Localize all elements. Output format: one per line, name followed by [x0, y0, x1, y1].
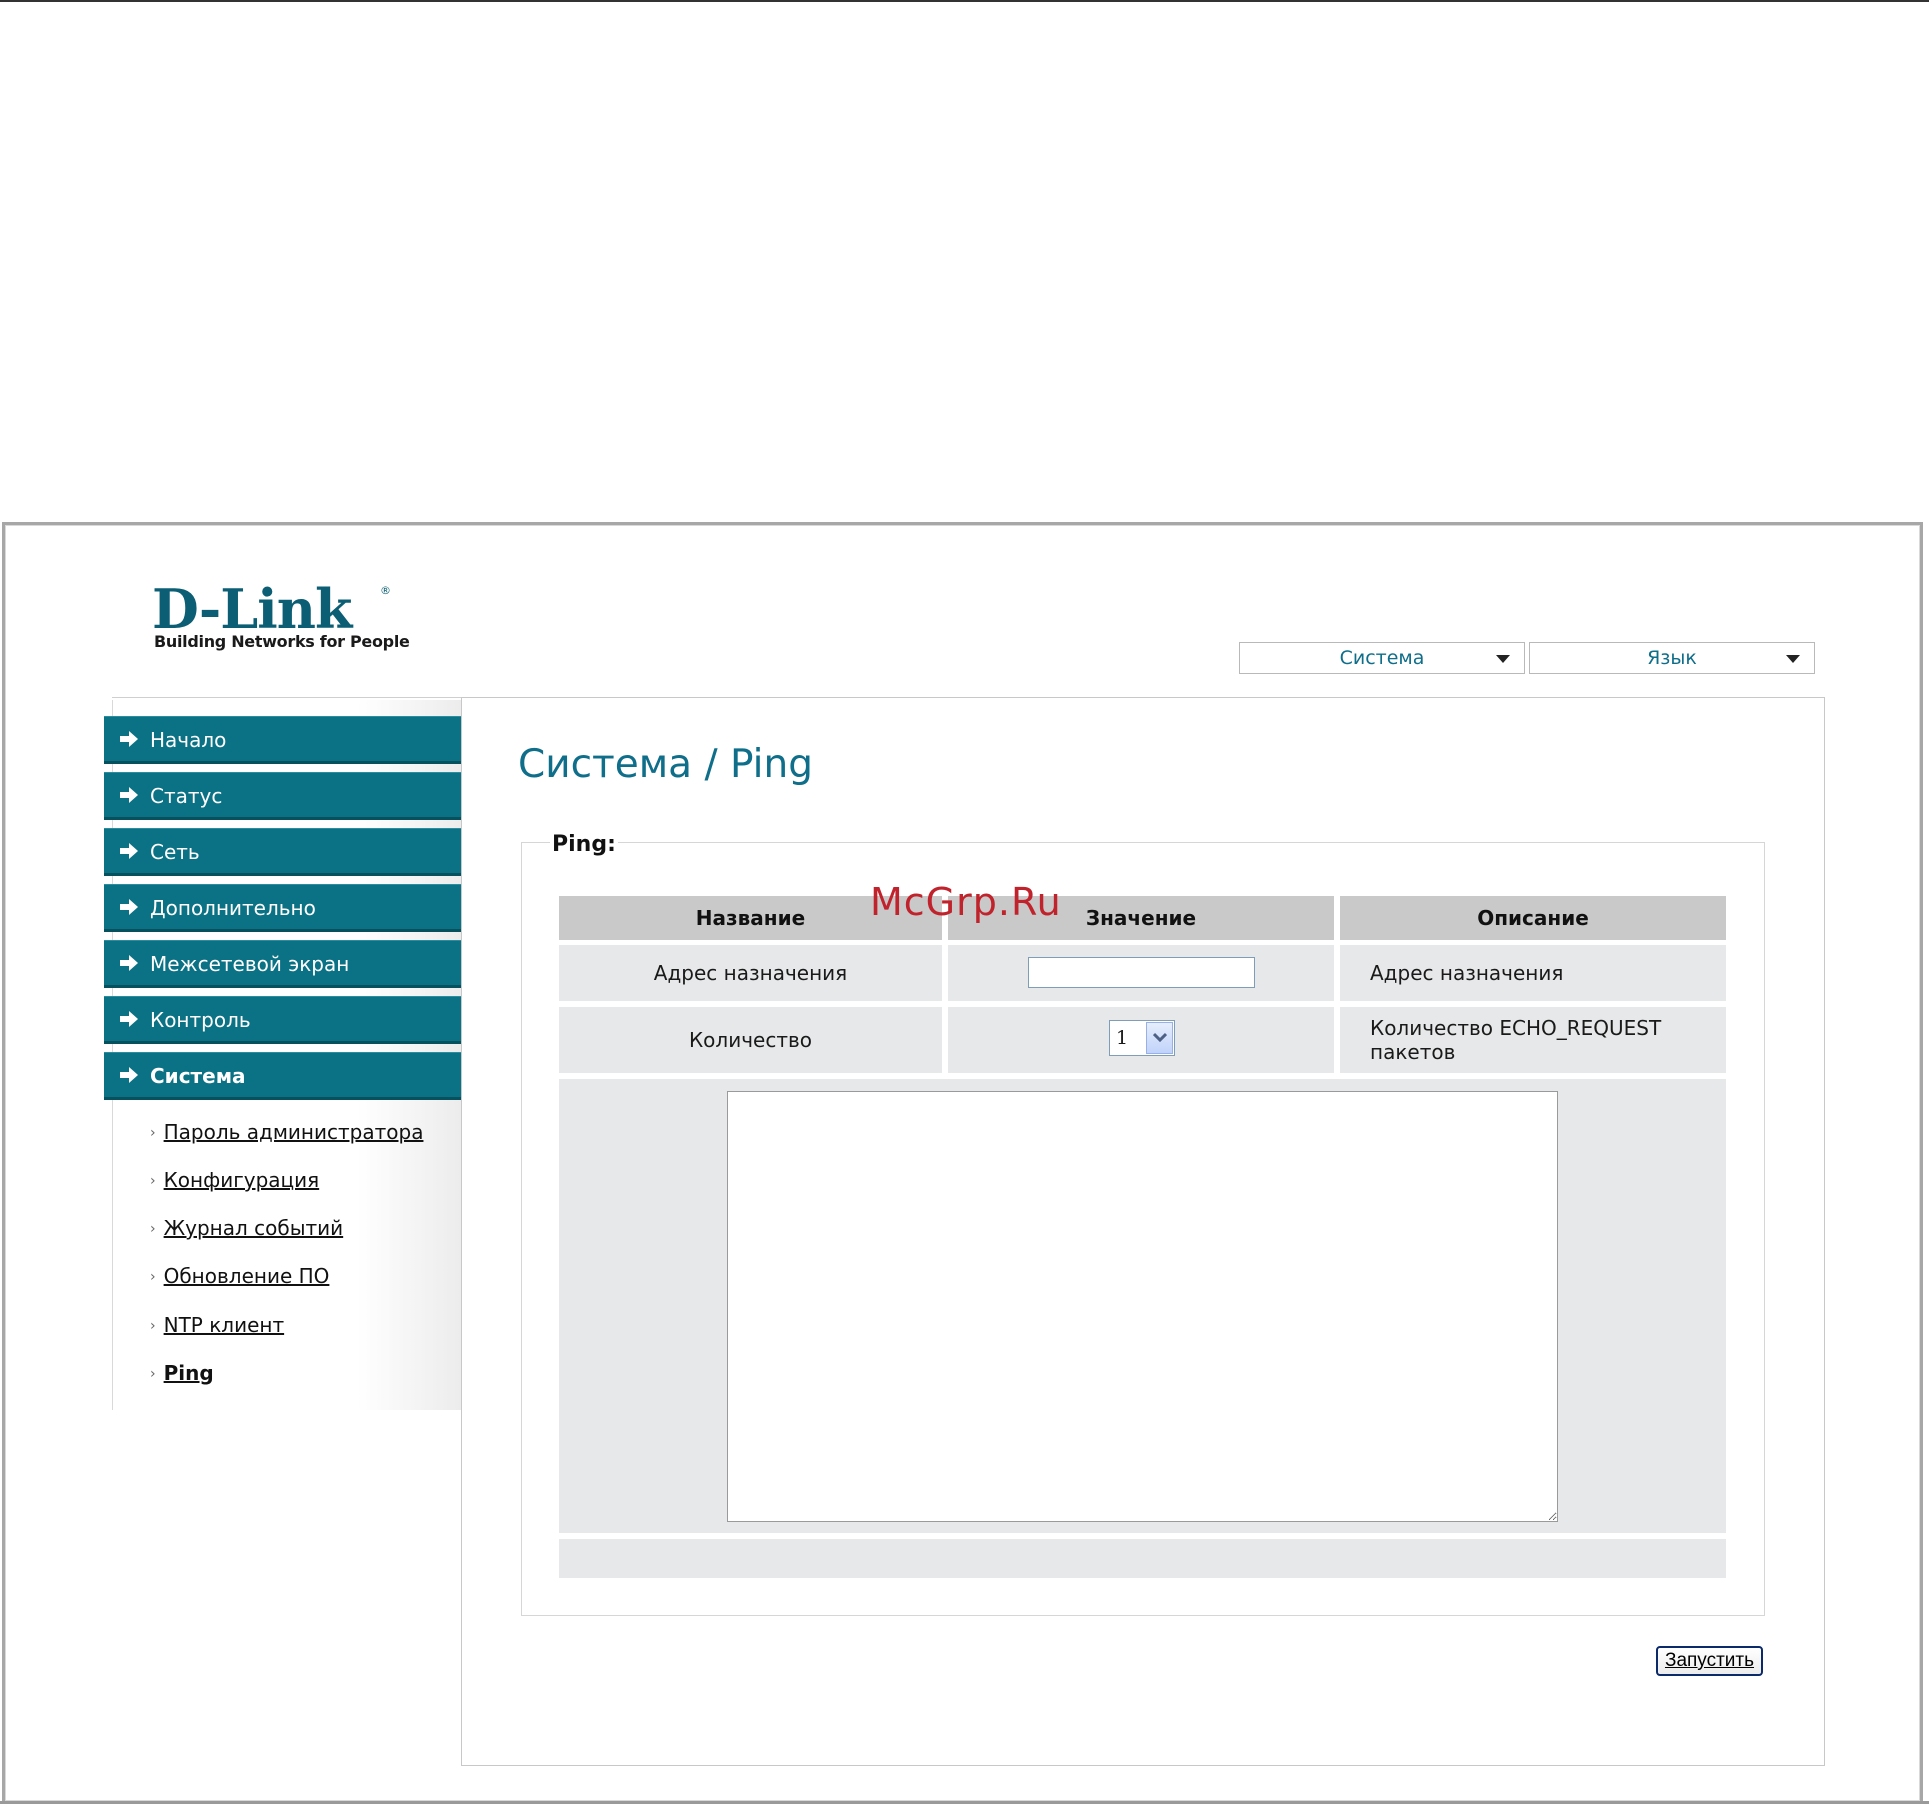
watermark-text: McGrp.Ru	[870, 880, 1062, 924]
destination-address-input[interactable]	[1028, 957, 1255, 988]
bullet-icon: ›	[150, 1366, 156, 1382]
bullet-icon: ›	[150, 1269, 156, 1285]
arrow-right-icon	[120, 843, 138, 859]
arrow-right-icon	[120, 1067, 138, 1083]
count-label: Количество	[688, 1028, 812, 1052]
chevron-down-icon	[1786, 655, 1800, 663]
nav-item-label: Статус	[150, 784, 223, 808]
subnav-item-label: Журнал событий	[163, 1216, 344, 1240]
logo-registered-mark: ®	[380, 584, 391, 597]
nav-item-network[interactable]: Сеть	[104, 828, 461, 876]
arrow-right-icon	[120, 899, 138, 915]
nav-item-label: Начало	[150, 728, 227, 752]
logo-wordmark: D-Link	[152, 577, 352, 641]
arrow-right-icon	[120, 787, 138, 803]
nav-item-label: Сеть	[150, 840, 200, 864]
destination-description: Адрес назначения	[1370, 961, 1564, 985]
language-menu-dropdown[interactable]: Язык	[1529, 642, 1815, 674]
nav-item-label: Межсетевой экран	[150, 952, 350, 976]
table-row-destination-name: Адрес назначения	[559, 945, 942, 1001]
nav-item-label: Дополнительно	[150, 896, 316, 920]
bullet-icon: ›	[150, 1173, 156, 1189]
subnav-item-label: Пароль администратора	[163, 1120, 424, 1144]
ping-output-textarea[interactable]	[727, 1091, 1558, 1522]
table-header-description: Описание	[1340, 896, 1726, 940]
subnav-item-ntp-client[interactable]: › NTP клиент	[150, 1313, 284, 1337]
bullet-icon: ›	[150, 1125, 156, 1141]
destination-label: Адрес назначения	[653, 961, 848, 985]
count-select-value: 1	[1116, 1027, 1129, 1049]
bullet-icon: ›	[150, 1318, 156, 1334]
system-menu-dropdown[interactable]: Система	[1239, 642, 1525, 674]
subnav-item-label: Обновление ПО	[163, 1264, 330, 1288]
arrow-right-icon	[120, 955, 138, 971]
system-menu-label: Система	[1339, 647, 1425, 669]
ping-fieldset-legend: Ping:	[550, 832, 618, 857]
arrow-right-icon	[120, 1011, 138, 1027]
subnav-item-ping[interactable]: › Ping	[150, 1361, 214, 1385]
nav-item-status[interactable]: Статус	[104, 772, 461, 820]
logo-tagline: Building Networks for People	[154, 632, 410, 651]
page-top-rule	[0, 0, 1929, 2]
run-button[interactable]: Запустить	[1656, 1646, 1763, 1676]
nav-item-label: Контроль	[150, 1008, 251, 1032]
table-footer-row	[559, 1539, 1726, 1578]
chevron-down-icon	[1153, 1032, 1167, 1043]
bullet-icon: ›	[150, 1221, 156, 1237]
count-select[interactable]: 1	[1109, 1020, 1175, 1056]
count-description: Количество ECHO_REQUEST пакетов	[1370, 1016, 1662, 1064]
arrow-right-icon	[120, 731, 138, 747]
table-row-count-description: Количество ECHO_REQUEST пакетов	[1340, 1007, 1726, 1073]
run-button-label: Запустить	[1664, 1650, 1755, 1671]
nav-item-start[interactable]: Начало	[104, 716, 461, 764]
nav-item-control[interactable]: Контроль	[104, 996, 461, 1044]
count-select-dropdown-button[interactable]	[1146, 1022, 1173, 1054]
subnav-item-admin-password[interactable]: › Пароль администратора	[150, 1120, 423, 1144]
subnav-item-configuration[interactable]: › Конфигурация	[150, 1168, 319, 1192]
nav-item-label: Система	[150, 1064, 246, 1088]
table-row-destination-description: Адрес назначения	[1340, 945, 1726, 1001]
subnav-item-event-log[interactable]: › Журнал событий	[150, 1216, 343, 1240]
nav-item-advanced[interactable]: Дополнительно	[104, 884, 461, 932]
page-title: Система / Ping	[518, 742, 813, 787]
subnav-item-label: NTP клиент	[163, 1313, 285, 1337]
language-menu-label: Язык	[1647, 647, 1697, 669]
nav-item-firewall[interactable]: Межсетевой экран	[104, 940, 461, 988]
subnav-item-label: Ping	[163, 1361, 214, 1385]
dlink-logo: D-Link ® Building Networks for People	[152, 577, 410, 660]
chevron-down-icon	[1496, 655, 1510, 663]
window-bottom-border	[0, 1801, 1929, 1804]
nav-item-system[interactable]: Система	[104, 1052, 461, 1100]
subnav-item-label: Конфигурация	[163, 1168, 320, 1192]
subnav-item-firmware-update[interactable]: › Обновление ПО	[150, 1264, 329, 1288]
table-row-count-name: Количество	[559, 1007, 942, 1073]
